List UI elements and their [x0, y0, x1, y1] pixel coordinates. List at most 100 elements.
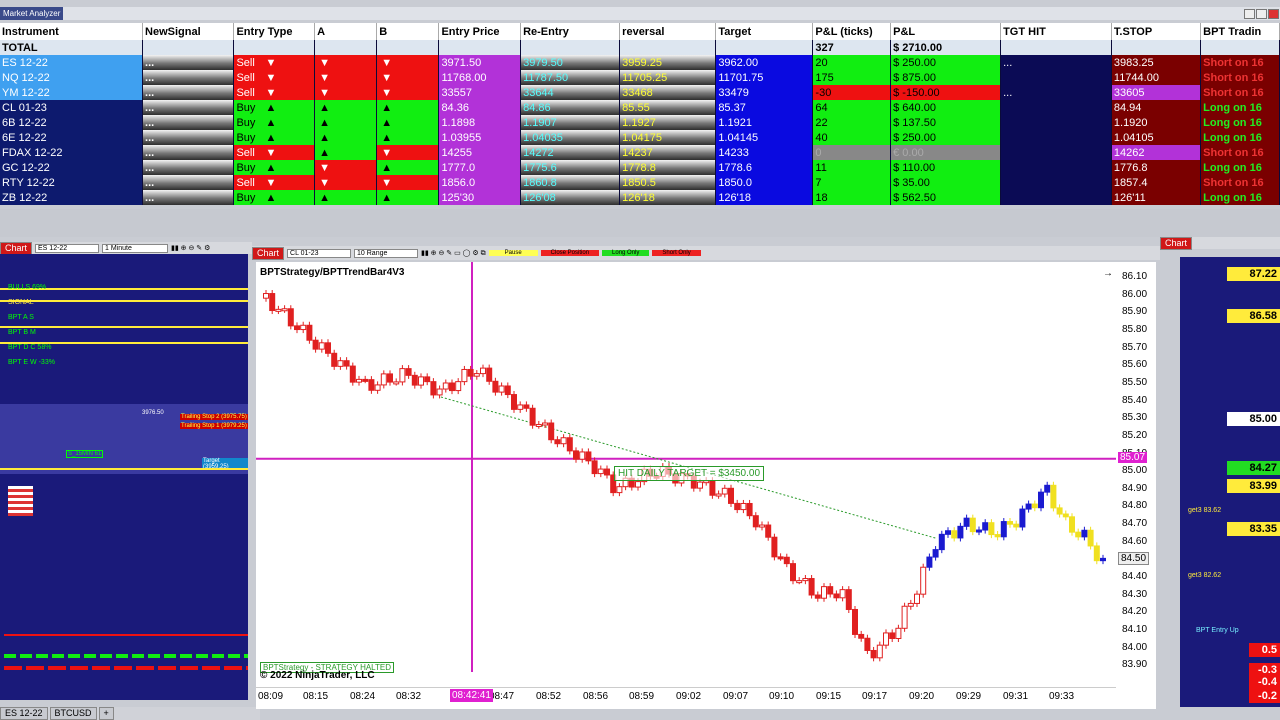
entry-price-cell: 125'30	[438, 190, 522, 205]
candle-body	[535, 423, 542, 427]
short-only-button[interactable]: Short Only	[652, 250, 701, 256]
main-chart-panel: BPTStrategy/BPTTrendBar4V3 → HIT DAILY T…	[256, 262, 1156, 709]
column-header[interactable]: A	[314, 23, 378, 40]
column-header[interactable]: Instrument	[0, 23, 144, 40]
candle-body	[349, 365, 356, 383]
candle-body	[1013, 523, 1020, 528]
add-tab-icon[interactable]: +	[98, 707, 114, 720]
candle-body	[1038, 491, 1044, 509]
left-interval-select[interactable]: 1 Minute	[102, 243, 169, 253]
bottom-tab-btc[interactable]: BTCUSD	[49, 707, 97, 720]
bpt-trading-cell: Short on 16	[1200, 55, 1280, 70]
pause-button[interactable]: Pause	[488, 250, 538, 256]
reentry-cell: 33644	[520, 85, 621, 100]
tgt-hit-cell	[1000, 175, 1112, 190]
candle-body	[858, 633, 865, 639]
right-chart-panel: 87.22 86.58 85.00 84.27 83.99 83.35 0.5 -0.3 -0.…	[1180, 257, 1280, 707]
tstop-cell: 14262	[1111, 145, 1202, 160]
candle-body	[833, 593, 840, 599]
candle-body	[957, 525, 964, 539]
b-signal-cell: ▼	[376, 175, 440, 190]
column-header[interactable]: Entry Price	[438, 23, 522, 40]
right-price-label: 84.27	[1227, 461, 1280, 475]
reentry-cell: 84.86	[520, 100, 621, 115]
bottom-tab-es[interactable]: ES 12-22	[0, 707, 48, 720]
target-cell: 11701.75	[715, 70, 814, 85]
candle-body	[418, 376, 424, 386]
candle-body	[945, 530, 951, 535]
x-tick-label: 08:56	[583, 691, 609, 702]
maximize-icon[interactable]	[1256, 9, 1267, 19]
table-row[interactable]: CL 01-23... Buy ▲ ▲ ▲ 84.36 84.86 85.55 85.37 64…	[0, 100, 1280, 115]
left-instrument-select[interactable]: ES 12-22	[35, 243, 100, 253]
column-header[interactable]: T.STOP	[1111, 23, 1202, 40]
reversal-cell: 11705.25	[619, 70, 717, 85]
column-header[interactable]: NewSignal	[142, 23, 235, 40]
column-header[interactable]: TGT HIT	[1000, 23, 1112, 40]
x-tick-label: 09:29	[956, 691, 982, 702]
main-chart-tools-icon[interactable]: ▮▮ ⊕ ⊖ ✎ ▭ ◯ ⚙ ⧉	[421, 249, 486, 258]
table-row[interactable]: 6E 12-22... Buy ▲ ▲ ▲ 1.03955 1.04035 1.04175 1…	[0, 130, 1280, 145]
table-row[interactable]: 6B 12-22... Buy ▲ ▲ ▲ 1.1898 1.1907 1.1927 1.19…	[0, 115, 1280, 130]
b-signal-cell: ▼	[376, 85, 440, 100]
candle-body	[839, 589, 846, 599]
entry-type-cell: Buy ▲	[233, 115, 316, 130]
pl-cell: $ 250.00	[890, 130, 1002, 145]
column-header[interactable]: B	[376, 23, 440, 40]
close-position-button[interactable]: Close Position	[540, 250, 600, 256]
arrow-down-icon: ▼	[265, 86, 277, 99]
column-header[interactable]: Entry Type	[233, 23, 316, 40]
main-instrument-select[interactable]: CL 01-23	[287, 248, 352, 258]
y-tick-label: 85.60	[1122, 359, 1148, 371]
candle-body	[542, 422, 548, 426]
candle-body	[455, 381, 462, 392]
table-row[interactable]: NQ 12-22... Sell ▼ ▼ ▼ 11768.00 11787.50 11705…	[0, 70, 1280, 85]
table-row[interactable]: ZB 12-22... Buy ▲ ▲ ▲ 125'30 126'08 126'18 126'…	[0, 190, 1280, 205]
main-chart-tab[interactable]: Chart	[252, 246, 285, 260]
total-pl-ticks: 327	[812, 40, 892, 55]
minimize-icon[interactable]	[1244, 9, 1255, 19]
candle-body	[895, 627, 902, 639]
entry-price-cell: 1.03955	[438, 130, 522, 145]
right-chart-tab[interactable]: Chart	[1160, 236, 1193, 250]
y-tick-label: 84.10	[1122, 624, 1148, 635]
arrow-up-icon: ▲	[265, 191, 277, 204]
main-interval-select[interactable]: 10 Range	[354, 248, 419, 258]
a-signal-cell: ▼	[314, 70, 378, 85]
table-row[interactable]: ES 12-22... Sell ▼ ▼ ▼ 3971.50 3979.50 3959.25…	[0, 55, 1280, 70]
column-header[interactable]: Target	[715, 23, 814, 40]
column-header[interactable]: P&L	[890, 23, 1002, 40]
table-row[interactable]: RTY 12-22... Sell ▼ ▼ ▼ 1856.0 1860.8 1850.5 18…	[0, 175, 1280, 190]
y-tick-label: 85.80	[1122, 323, 1148, 335]
candle-body	[883, 632, 889, 646]
entry-type-cell: Buy ▲	[233, 130, 316, 145]
candle-body	[411, 374, 418, 386]
table-row[interactable]: GC 12-22... Buy ▲ ▼ ▲ 1777.0 1775.6 1778.8 1778…	[0, 160, 1280, 175]
left-tf-1: S_15MIN 61	[66, 450, 104, 458]
y-tick-label: 84.00	[1122, 641, 1148, 653]
instrument-cell: GC 12-22	[0, 160, 144, 175]
candle-body	[424, 376, 431, 383]
table-row[interactable]: FDAX 12-22... Sell ▼ ▲ ▼ 14255 14272 14237 1423…	[0, 145, 1280, 160]
pl-ticks-cell: 18	[812, 190, 892, 205]
target-cell: 126'18	[715, 190, 814, 205]
column-header[interactable]: P&L (ticks)	[812, 23, 892, 40]
signal-cell: ...	[142, 100, 235, 115]
table-row[interactable]: YM 12-22... Sell ▼ ▼ ▼ 33557 33644 33468 33479-…	[0, 85, 1280, 100]
target-cell: 33479	[715, 85, 814, 100]
last-price: 84.50	[1118, 552, 1150, 566]
long-only-button[interactable]: Long Only	[602, 250, 650, 256]
close-icon[interactable]	[1268, 9, 1279, 19]
x-tick-label: 08:24	[350, 691, 376, 702]
reentry-cell: 1.1907	[520, 115, 621, 130]
column-header[interactable]: BPT Tradin	[1200, 23, 1280, 40]
column-header[interactable]: reversal	[619, 23, 717, 40]
candle-body	[1075, 531, 1082, 538]
indicator-label: BPT D C 58%	[8, 344, 52, 351]
a-signal-cell: ▲	[314, 100, 378, 115]
left-chart-tab[interactable]: Chart	[0, 241, 33, 255]
column-header[interactable]: Re-Entry	[520, 23, 621, 40]
chart-tools-icon[interactable]: ▮▮ ⊕ ⊖ ✎ ⚙	[171, 244, 210, 252]
y-tick-label: 84.80	[1122, 500, 1148, 512]
candle-body	[585, 451, 592, 462]
